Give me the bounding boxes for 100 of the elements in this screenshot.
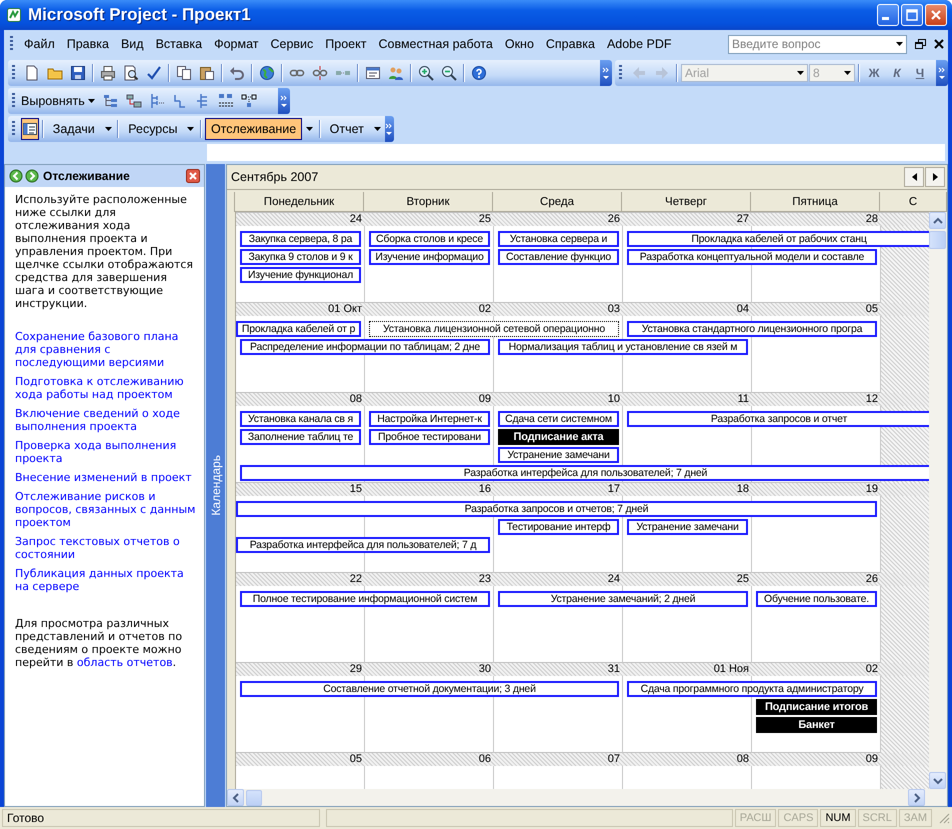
scroll-right-button[interactable] (908, 789, 925, 806)
toolbar-options-button[interactable] (384, 116, 394, 142)
underline-button[interactable]: Ч (909, 62, 931, 84)
grip-handle[interactable] (12, 93, 15, 109)
help-link[interactable]: Включение сведений о ходе выполнения проекта (15, 407, 198, 433)
minimize-button[interactable] (877, 4, 899, 26)
task-bar[interactable]: Тестирование интерф (498, 519, 619, 535)
task-bar[interactable]: Разработка запросов и отчет (627, 411, 929, 427)
help-link[interactable]: Запрос текстовых отчетов о состоянии (15, 535, 198, 561)
milestone-bar[interactable]: Подписание акта (498, 429, 619, 445)
task-bar[interactable]: Сдача программного продукта администратору (627, 681, 877, 697)
task-bar[interactable]: Установка лицензионной сетевой операционно (369, 321, 619, 337)
help-link[interactable]: Сохранение базового плана для сравнения с последующими версиями (15, 330, 198, 369)
grip-handle[interactable] (10, 36, 13, 52)
task-bar[interactable]: Составление функцио (498, 249, 619, 265)
task-bar[interactable]: Заполнение таблиц те (240, 429, 361, 445)
task-bar[interactable]: Разработка концептуальной модели и составле (627, 249, 877, 265)
toolbar-options-button[interactable] (936, 60, 948, 86)
task-bar[interactable]: Сборка столов и кресе (369, 231, 490, 247)
milestone-bar[interactable]: Подписание итогов (756, 699, 877, 715)
close-button[interactable] (186, 169, 200, 183)
task-bar[interactable]: Нормализация таблиц и установление св язей м (498, 339, 748, 355)
menu-item[interactable]: Проект (319, 35, 372, 53)
menu-item[interactable]: Совместная работа (372, 35, 499, 53)
help-link[interactable]: Отслеживание рисков и вопросов, связанных с данным проектом (15, 490, 198, 529)
key-indicator: ЗАМ (898, 809, 932, 827)
help-link[interactable]: Публикация данных проекта на сервере (15, 567, 198, 593)
help-link[interactable]: Внесение изменений в проект (15, 471, 198, 484)
help-link[interactable]: Проверка хода выполнения проекта (15, 439, 198, 465)
guide-menu-button[interactable]: Отслеживание (204, 118, 302, 140)
bold-button[interactable]: Ж (863, 62, 885, 84)
key-indicator: CAPS (778, 809, 818, 827)
horizontal-scrollbar[interactable] (227, 789, 947, 806)
task-bar[interactable]: Изучение функционал (240, 267, 361, 283)
task-bar[interactable]: Обучение пользовате. (756, 591, 877, 607)
task-bar[interactable]: Установка канала св я (240, 411, 361, 427)
forward-button[interactable] (25, 169, 39, 183)
guide-menu-button[interactable]: Отчет (324, 118, 370, 140)
grip-handle[interactable] (12, 121, 15, 137)
task-bar[interactable]: Закупка 9 столов и 9 к (240, 249, 361, 265)
italic-button[interactable]: К (886, 62, 908, 84)
scroll-left-button[interactable] (227, 789, 244, 806)
vertical-scrollbar[interactable] (929, 212, 947, 789)
day-number: 02 (478, 303, 492, 316)
task-bar[interactable]: Закупка сервера, 8 ра (240, 231, 361, 247)
task-bar[interactable]: Установка стандартного лицензионного програ (627, 321, 877, 337)
scroll-up-button[interactable] (929, 212, 946, 229)
menu-item[interactable]: Вставка (150, 35, 208, 53)
project-guide-button[interactable] (21, 118, 39, 140)
task-bar[interactable]: Разработка интерфейса для пользователей; 7 д (236, 537, 490, 553)
menu-item[interactable]: Справка (540, 35, 601, 53)
previous-month-button[interactable] (904, 167, 924, 187)
month-title: Сентябрь 2007 (231, 170, 320, 184)
task-bar[interactable]: Настройка Интернет-к (369, 411, 490, 427)
resize-grip[interactable] (938, 812, 950, 824)
view-bar[interactable]: Календарь (206, 164, 225, 807)
task-bar[interactable]: Разработка интерфейса для пользователей; 7 дней (240, 465, 929, 481)
help-link[interactable]: Подготовка к отслеживанию хода работы над проектом (15, 375, 198, 401)
task-bar[interactable]: Прокладка кабелей от рабочих станц (627, 231, 929, 247)
task-bar[interactable]: Полное тестирование информационной систем (240, 591, 490, 607)
guide-menu-button[interactable]: Задачи (46, 118, 101, 140)
status-text: Готово (2, 809, 320, 827)
chevron-icon (602, 65, 610, 81)
scroll-thumb[interactable] (246, 790, 262, 806)
weekday-header: С (880, 192, 947, 212)
scroll-thumb[interactable] (929, 231, 946, 249)
task-bar[interactable]: Разработка запросов и отчетов; 7 дней (236, 501, 877, 517)
task-bar[interactable]: Устранение замечани (498, 447, 619, 463)
task-bar[interactable]: Распределение информации по таблицам; 2 дне (240, 339, 490, 355)
guide-menu-button[interactable]: Ресурсы (122, 118, 184, 140)
align-menu-button[interactable]: Выровнять (21, 90, 99, 112)
maximize-button[interactable] (901, 4, 923, 26)
milestone-bar[interactable]: Банкет (756, 717, 877, 733)
help-link[interactable]: область отчетов (76, 656, 173, 669)
day-number: 24 (606, 573, 621, 586)
next-month-button[interactable] (925, 167, 945, 187)
task-bar[interactable]: Установка сервера и (498, 231, 619, 247)
menu-item[interactable]: Сервис (264, 35, 320, 53)
menu-item[interactable]: Правка (60, 35, 115, 53)
task-bar[interactable]: Составление отчетной документации; 3 дней (240, 681, 619, 697)
task-bar[interactable]: Устранение замечани (627, 519, 748, 535)
back-button[interactable] (9, 169, 23, 183)
down-chevron-icon (932, 776, 944, 786)
task-bar[interactable]: Устранение замечаний; 2 дней (498, 591, 748, 607)
grip-handle[interactable] (12, 65, 15, 81)
toolbar-options-button[interactable] (600, 60, 612, 86)
scroll-down-button[interactable] (929, 772, 946, 789)
menu-item[interactable]: Вид (114, 35, 150, 53)
task-bar[interactable]: Сдача сети системном (498, 411, 619, 427)
task-bar[interactable]: Изучение информацио (369, 249, 490, 265)
menu-item[interactable]: Окно (498, 35, 540, 53)
task-bar[interactable]: Прокладка кабелей от р (236, 321, 361, 337)
menu-item[interactable]: Файл (18, 35, 61, 53)
entry-field[interactable] (207, 144, 945, 161)
toolbar-options-button[interactable] (278, 88, 290, 114)
menu-item[interactable]: Формат (208, 35, 264, 53)
grip-handle[interactable] (619, 65, 622, 81)
task-bar[interactable]: Пробное тестировани (369, 429, 490, 445)
day-number: 26 (606, 213, 621, 226)
menu-item[interactable]: Adobe PDF (600, 35, 678, 53)
